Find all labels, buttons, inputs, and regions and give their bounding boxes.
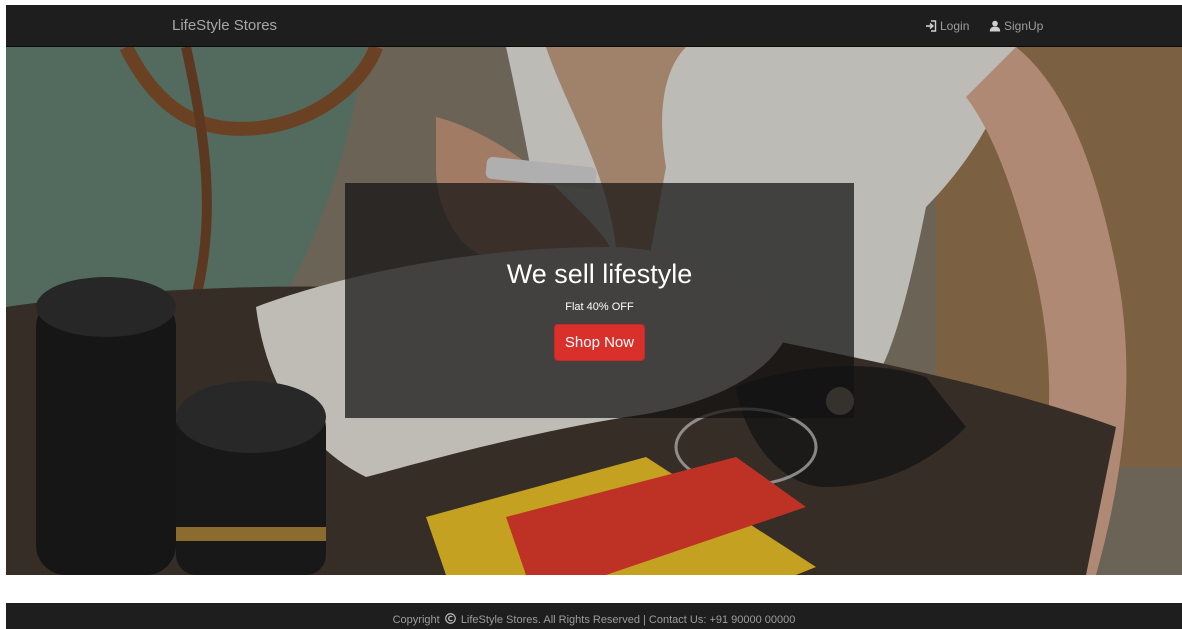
copyright-text: LifeStyle Stores. All Rights Reserved | … <box>460 614 796 626</box>
login-label: Login <box>940 19 970 33</box>
brand-link[interactable]: LifeStyle Stores <box>172 5 277 47</box>
hero-title: We sell lifestyle <box>506 259 693 289</box>
login-icon <box>925 20 937 32</box>
footer: Copyright LifeStyle Stores. All Rights R… <box>6 603 1182 629</box>
login-link[interactable]: Login <box>925 5 969 47</box>
signup-label: SignUp <box>1004 19 1044 33</box>
page: LifeStyle Stores Login SignUp We sell li… <box>0 0 1182 629</box>
copyright-prefix: Copyright <box>392 614 440 626</box>
signup-link[interactable]: SignUp <box>989 5 1043 47</box>
navbar: LifeStyle Stores Login SignUp <box>6 5 1182 47</box>
copyright-icon <box>444 604 456 624</box>
shop-now-button[interactable]: Shop Now <box>554 324 645 361</box>
hero-section: We sell lifestyle Flat 40% OFF Shop Now <box>6 47 1182 575</box>
hero-banner: We sell lifestyle Flat 40% OFF Shop Now <box>345 183 854 418</box>
user-icon <box>989 20 1001 32</box>
hero-subtitle: Flat 40% OFF <box>565 301 634 313</box>
